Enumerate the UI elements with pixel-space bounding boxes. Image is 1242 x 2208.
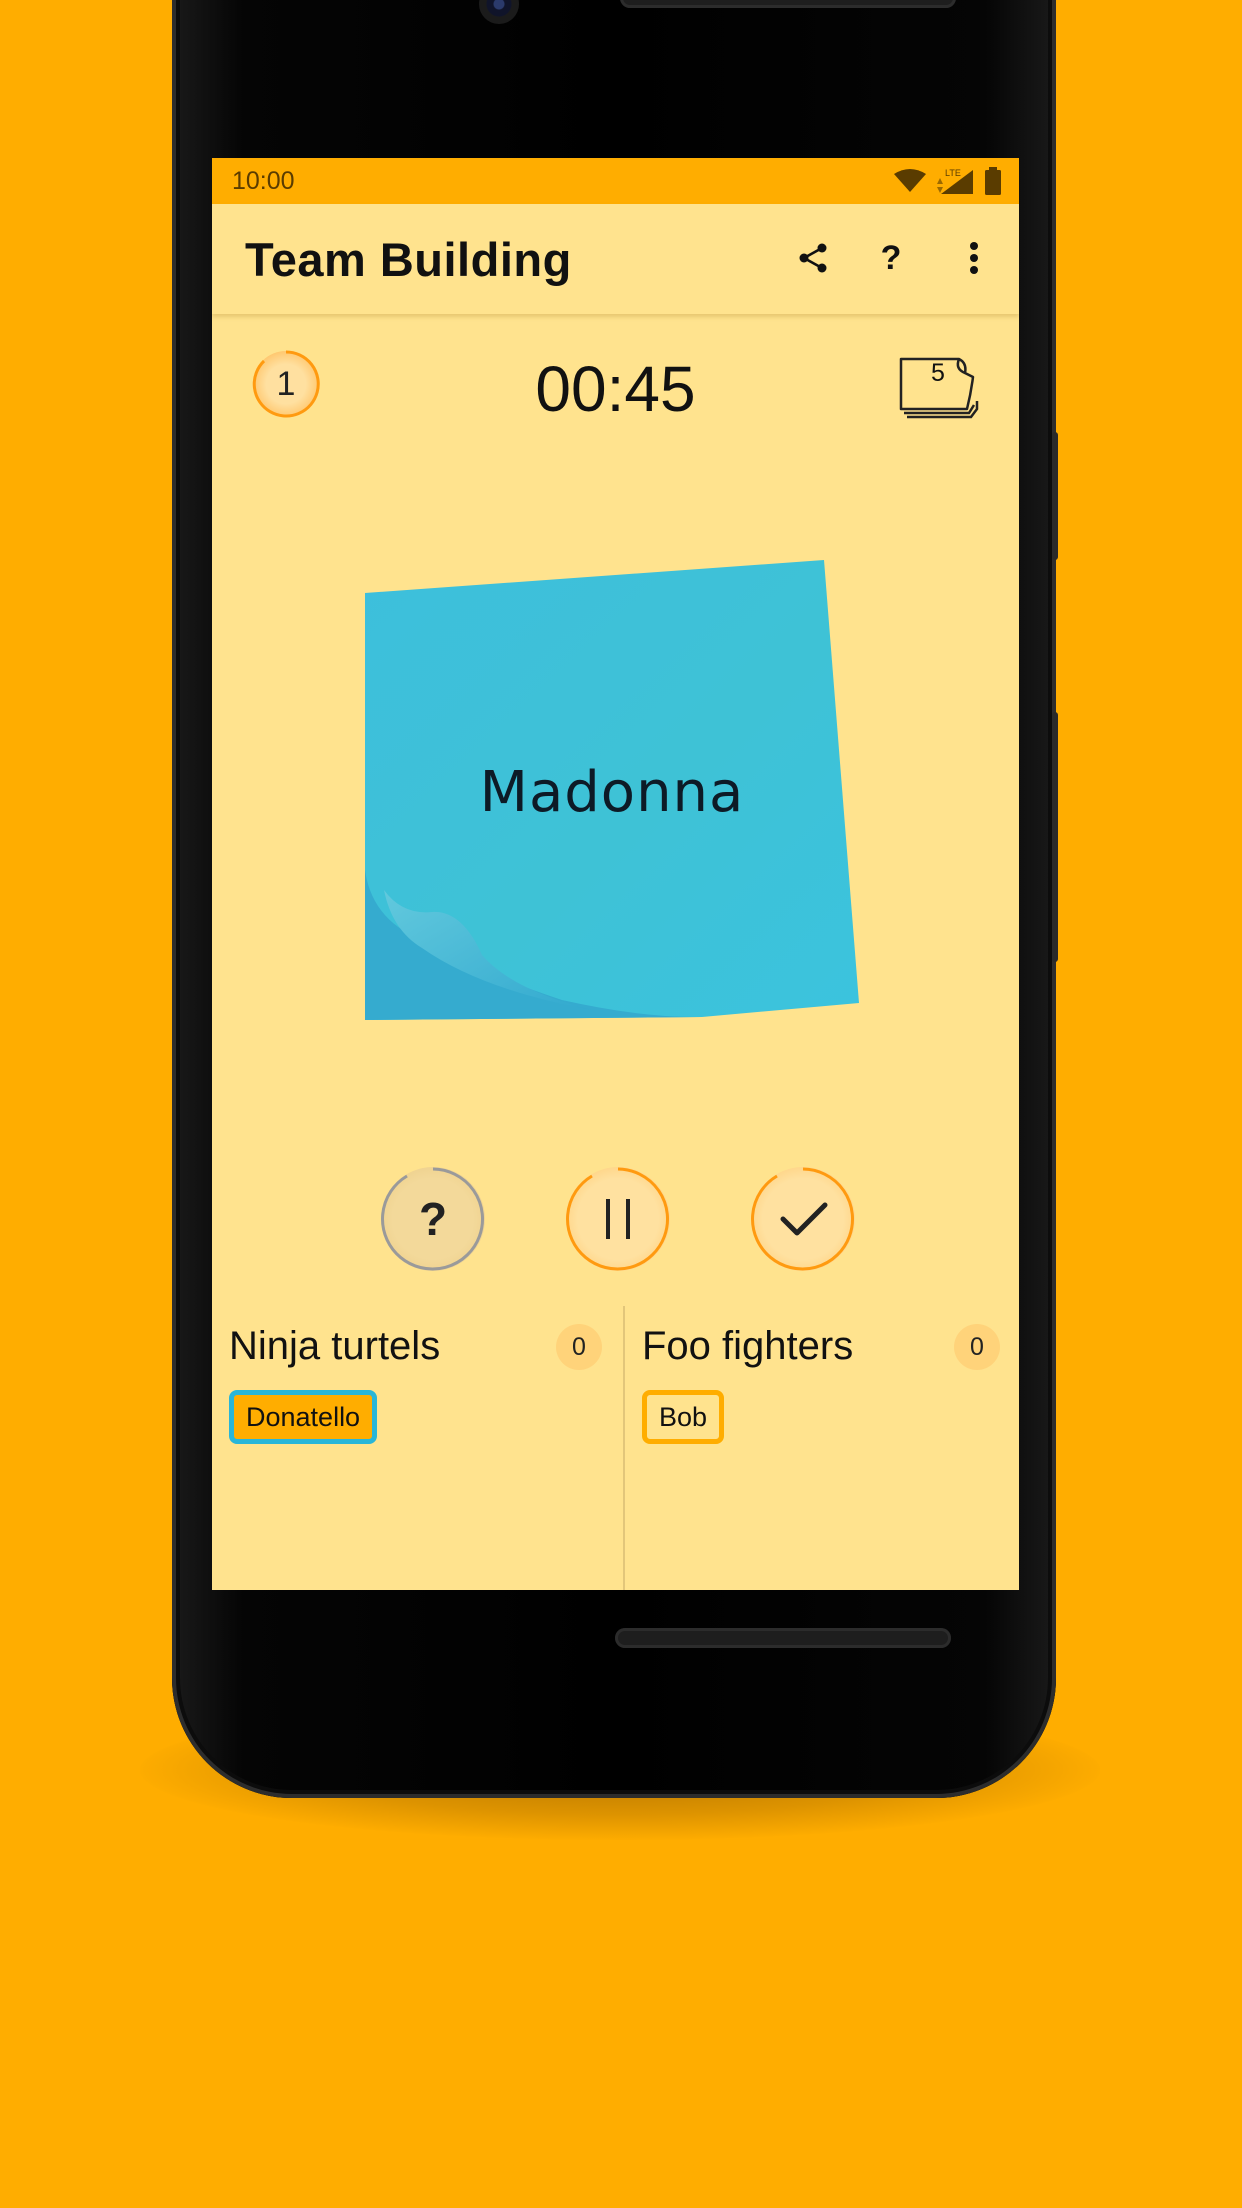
app-title: Team Building xyxy=(245,233,572,286)
team-score: 0 xyxy=(556,1324,602,1370)
word-card: Madonna xyxy=(362,560,862,1030)
network-type-label: LTE xyxy=(945,168,961,178)
team-score: 0 xyxy=(954,1324,1000,1370)
status-bar: 10:00 LTE xyxy=(212,158,1019,204)
front-camera xyxy=(479,0,519,24)
team-name: Foo fighters xyxy=(642,1324,854,1368)
player-chip-active[interactable]: Donatello xyxy=(229,1390,378,1444)
wifi-icon xyxy=(894,169,926,192)
share-button[interactable] xyxy=(789,234,837,282)
cards-left-count: 5 xyxy=(931,359,945,387)
help-icon: ? xyxy=(880,238,902,277)
help-icon: ? xyxy=(418,1193,448,1245)
app-bar: Team Building ? xyxy=(212,204,1019,314)
pause-button[interactable] xyxy=(562,1163,674,1275)
help-button[interactable]: ? xyxy=(867,234,915,282)
skip-button[interactable]: ? xyxy=(377,1163,489,1275)
share-icon xyxy=(799,243,827,273)
earpiece-speaker xyxy=(620,0,956,8)
signal-lte-icon: LTE xyxy=(937,168,973,194)
team-panel-2[interactable]: Foo fighters 0 Bob xyxy=(625,1306,1019,1590)
bottom-speaker xyxy=(615,1628,951,1648)
power-button xyxy=(1052,432,1058,560)
status-time: 10:00 xyxy=(232,167,295,195)
team-panel-1[interactable]: Ninja turtels 0 Donatello xyxy=(212,1306,623,1590)
team-name: Ninja turtels xyxy=(229,1324,441,1368)
correct-button[interactable] xyxy=(747,1163,859,1275)
app-screen: 10:00 LTE Team Building ? 1 00:45 5 Mado… xyxy=(212,158,1019,1590)
volume-button xyxy=(1052,712,1058,962)
battery-icon xyxy=(985,167,1001,195)
check-icon xyxy=(780,1202,828,1236)
player-chip[interactable]: Bob xyxy=(642,1390,725,1444)
pause-icon xyxy=(606,1199,630,1239)
cards-remaining: 5 xyxy=(897,353,979,423)
more-vert-icon xyxy=(970,242,978,274)
current-word: Madonna xyxy=(479,760,745,825)
status-icons: LTE xyxy=(893,166,1001,196)
more-options-button[interactable] xyxy=(950,234,998,282)
